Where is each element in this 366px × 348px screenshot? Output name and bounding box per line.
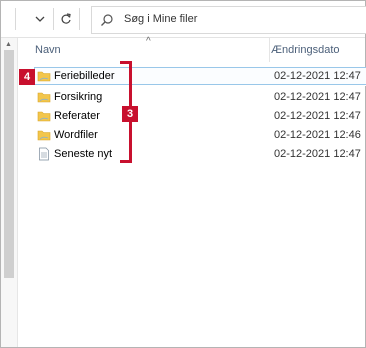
history-dropdown-button[interactable] bbox=[29, 8, 51, 30]
file-name[interactable]: Seneste nyt bbox=[54, 148, 112, 160]
toolbar-divider bbox=[53, 8, 54, 30]
file-date: 02-12-2021 12:47 bbox=[274, 70, 361, 82]
column-header-date[interactable]: Ændringsdato bbox=[271, 44, 340, 56]
folder-icon bbox=[37, 92, 51, 103]
toolbar-divider bbox=[79, 8, 80, 30]
file-row[interactable]: Seneste nyt 02-12-2021 12:47 bbox=[18, 145, 366, 164]
search-box[interactable]: Søg i Mine filer bbox=[91, 6, 366, 34]
file-date: 02-12-2021 12:47 bbox=[274, 148, 361, 160]
toolbar: Søg i Mine filer bbox=[1, 1, 366, 38]
callout-badge-3: 3 bbox=[122, 106, 138, 122]
folder-icon bbox=[37, 111, 51, 122]
vertical-scrollbar[interactable]: ▲ bbox=[1, 38, 18, 347]
search-input[interactable]: Søg i Mine filer bbox=[124, 13, 197, 25]
column-header-name[interactable]: Navn bbox=[35, 44, 61, 56]
callout-badge-4: 4 bbox=[19, 69, 35, 85]
explorer-window: Søg i Mine filer ▲ ^ Navn Ændringsdato F… bbox=[0, 0, 366, 348]
refresh-icon bbox=[61, 13, 71, 24]
folder-icon bbox=[37, 71, 51, 82]
chevron-down-icon bbox=[35, 16, 45, 22]
folder-icon bbox=[37, 130, 51, 141]
file-row[interactable]: Feriebilleder 02-12-2021 12:47 bbox=[18, 67, 366, 86]
toolbar-divider bbox=[15, 8, 16, 30]
file-name[interactable]: Referater bbox=[54, 110, 100, 122]
file-name[interactable]: Forsikring bbox=[54, 91, 102, 103]
file-date: 02-12-2021 12:47 bbox=[274, 91, 361, 103]
column-divider[interactable] bbox=[269, 38, 270, 62]
scroll-up-icon[interactable]: ▲ bbox=[5, 41, 12, 48]
file-name[interactable]: Wordfiler bbox=[54, 129, 98, 141]
file-name[interactable]: Feriebilleder bbox=[54, 70, 115, 82]
file-row[interactable]: Forsikring 02-12-2021 12:47 bbox=[18, 88, 366, 107]
file-row[interactable]: Wordfiler 02-12-2021 12:46 bbox=[18, 126, 366, 145]
column-header-row: ^ Navn Ændringsdato bbox=[18, 36, 366, 62]
search-icon bbox=[101, 14, 113, 26]
file-date: 02-12-2021 12:47 bbox=[274, 110, 361, 122]
file-date: 02-12-2021 12:46 bbox=[274, 129, 361, 141]
refresh-button[interactable] bbox=[55, 8, 77, 30]
file-row[interactable]: Referater 02-12-2021 12:47 bbox=[18, 107, 366, 126]
sort-ascending-icon: ^ bbox=[146, 36, 151, 47]
document-icon bbox=[39, 147, 49, 161]
scrollbar-thumb[interactable] bbox=[4, 50, 14, 278]
